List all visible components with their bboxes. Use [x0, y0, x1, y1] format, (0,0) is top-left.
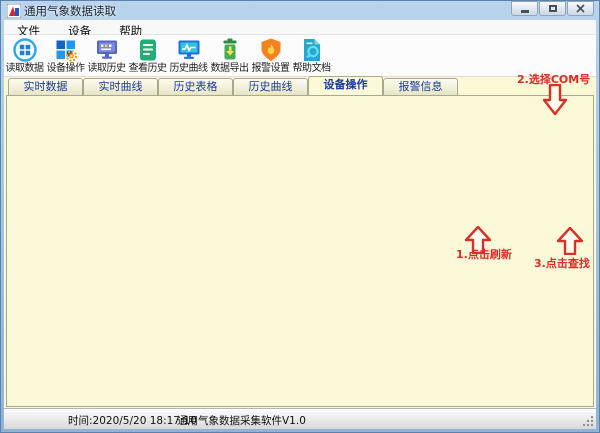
- tab-realtime-data[interactable]: 实时数据: [8, 78, 83, 95]
- help-doc-icon: [299, 37, 325, 63]
- tab-history-curve[interactable]: 历史曲线: [233, 78, 308, 95]
- maximize-button[interactable]: [539, 1, 566, 16]
- toolbar-label: 帮助文档: [291, 63, 332, 75]
- annotation-up-arrow-icon: [557, 227, 583, 255]
- device-operate-icon: [53, 37, 79, 63]
- minimize-icon: [521, 10, 529, 13]
- annotation-step3: 3.点击查找: [534, 255, 590, 271]
- menubar: 文件 设备 帮助: [4, 20, 596, 35]
- statusbar: 时间:2020/5/20 18:17:10 通用气象数据采集软件V1.0: [4, 408, 596, 429]
- window-title: 通用气象数据读取: [24, 3, 116, 19]
- toolbar-label: 读取数据: [4, 63, 45, 75]
- toolbar-label: 历史曲线: [168, 63, 209, 75]
- toolbar-read-history-button[interactable]: 读取历史: [86, 37, 127, 76]
- toolbar-history-curve-button[interactable]: 历史曲线: [168, 37, 209, 76]
- tab-realtime-curve[interactable]: 实时曲线: [83, 78, 158, 95]
- toolbar-alarm-settings-button[interactable]: 报警设置: [250, 37, 291, 76]
- minimize-button[interactable]: [511, 1, 538, 16]
- toolbar-label: 查看历史: [127, 63, 168, 75]
- resize-grip[interactable]: [583, 416, 594, 427]
- close-icon: [576, 4, 585, 13]
- read-history-icon: [94, 37, 120, 63]
- data-export-icon: [217, 37, 243, 63]
- history-curve-icon: [176, 37, 202, 63]
- status-app-name: 通用气象数据采集软件V1.0: [177, 413, 306, 428]
- annotation-down-arrow-icon: [543, 84, 567, 116]
- titlebar[interactable]: 通用气象数据读取: [0, 0, 600, 20]
- toolbar-help-doc-button[interactable]: 帮助文档: [291, 37, 332, 76]
- app-logo-icon: [7, 3, 21, 17]
- tab-history-table[interactable]: 历史表格: [158, 78, 233, 95]
- tab-alarm-info[interactable]: 报警信息: [383, 78, 458, 95]
- toolbar-read-data-button[interactable]: 读取数据: [4, 37, 45, 76]
- toolbar-label: 报警设置: [250, 63, 291, 75]
- alarm-settings-icon: [258, 37, 284, 63]
- toolbar-data-export-button[interactable]: 数据导出: [209, 37, 250, 76]
- toolbar-label: 数据导出: [209, 63, 250, 75]
- annotation-step1: 1.点击刷新: [456, 246, 512, 262]
- toolbar-label: 读取历史: [86, 63, 127, 75]
- tab-device-operation[interactable]: 设备操作: [308, 76, 383, 95]
- app-window: 通用气象数据读取 文件 设备 帮助 读取数据 设备操作 读取历史 查看历史 历史…: [0, 0, 600, 433]
- read-data-icon: [12, 37, 38, 63]
- toolbar-view-history-button[interactable]: 查看历史: [127, 37, 168, 76]
- view-history-icon: [135, 37, 161, 63]
- maximize-icon: [549, 5, 557, 12]
- close-button[interactable]: [567, 1, 594, 16]
- toolbar-device-operate-button[interactable]: 设备操作: [45, 37, 86, 76]
- toolbar-label: 设备操作: [45, 63, 86, 75]
